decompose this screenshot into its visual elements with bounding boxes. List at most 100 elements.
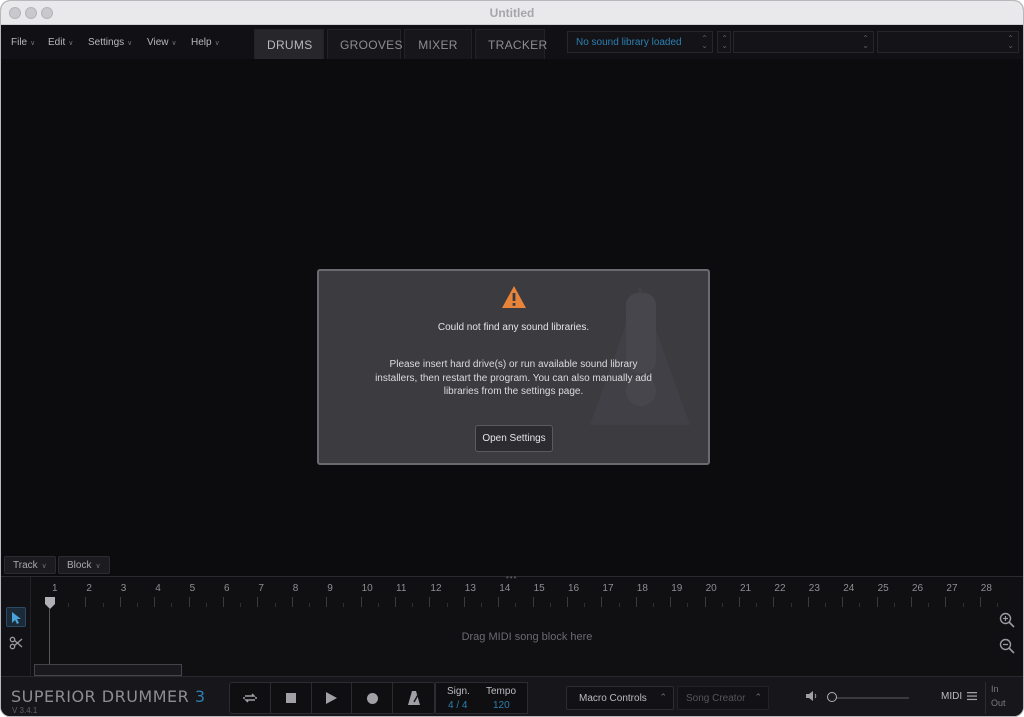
double-chevron-up-icon: ⌃: [659, 692, 667, 702]
ruler-bar-tick: [911, 597, 912, 607]
bar-ruler[interactable]: 1 2 3 4 5 6 7 8 9 10 11 12 13 14 15 16 17 18 19 20 21 22 23 24 2…: [31, 583, 998, 611]
ruler-bar-number: 14: [499, 583, 511, 594]
ruler-bar-number: 22: [774, 583, 786, 594]
ruler-bar-number: 1: [52, 583, 58, 594]
ruler-bar-number: 2: [86, 583, 92, 594]
record-button[interactable]: [352, 683, 394, 713]
tempo-value[interactable]: 120: [493, 700, 510, 711]
ruler-beat-tick: [412, 603, 414, 607]
ruler-beat-tick: [481, 603, 482, 607]
block-menu-button[interactable]: Block ∨: [58, 556, 110, 574]
ruler-beat-tick: [102, 603, 104, 607]
library-stepper[interactable]: ⌃ ⌄: [717, 31, 731, 53]
ruler-beat-tick: [68, 603, 70, 607]
zoom-out-icon[interactable]: [998, 637, 1016, 655]
updown-chevron-icon: ⌃ ⌄: [862, 34, 869, 50]
zoom-in-icon[interactable]: [998, 611, 1016, 629]
ruler-bar-tick: [979, 597, 981, 607]
pointer-tool-button[interactable]: [6, 607, 26, 627]
chevron-down-icon: ∨: [214, 40, 220, 47]
ruler-bar-tick: [945, 597, 947, 607]
volume-slider-track[interactable]: [832, 697, 909, 699]
play-button[interactable]: [312, 683, 353, 713]
menu-view-label: View: [147, 37, 169, 48]
ruler-bar-number: 10: [361, 583, 373, 594]
ruler-beat-tick: [584, 603, 586, 607]
ruler-bar-tick: [567, 597, 568, 607]
loop-icon: [243, 693, 257, 703]
ruler-beat-tick: [446, 603, 448, 607]
metronome-icon: [407, 691, 420, 705]
app-window: Untitled File ∨ Edit ∨ Settings ∨ View ∨ Hel…: [0, 0, 1024, 717]
updown-chevron-icon: ⌃ ⌄: [1007, 34, 1014, 50]
arrow-cursor-icon: [12, 612, 21, 624]
menu-view[interactable]: View ∨: [147, 37, 177, 48]
ruler-bar-tick: [498, 597, 500, 607]
song-creator-button[interactable]: Song Creator ⌃: [677, 686, 769, 710]
macro-controls-button[interactable]: Macro Controls ⌃: [566, 686, 674, 710]
midi-in-out-indicator: In Out: [985, 682, 1023, 714]
ruler-beat-tick: [549, 603, 551, 607]
kit-preset-dropdown[interactable]: ⌃ ⌄: [733, 31, 874, 53]
signature-tempo-panel: Sign. 4 / 4 Tempo 120: [435, 682, 528, 714]
ruler-bar-number: 13: [464, 583, 476, 594]
ruler-bar-number: 15: [533, 583, 545, 594]
title-bar: Untitled: [1, 1, 1023, 25]
metronome-button[interactable]: [393, 683, 434, 713]
menu-help-label: Help: [191, 37, 212, 48]
loop-button[interactable]: [230, 683, 271, 713]
tab-drums[interactable]: DRUMS: [254, 29, 324, 59]
chevron-down-icon: ∨: [41, 563, 47, 570]
transport-controls: [229, 682, 435, 714]
macro-controls-label: Macro Controls: [579, 693, 647, 704]
dialog-title: Could not find any sound libraries.: [437, 322, 590, 333]
menu-file[interactable]: File ∨: [11, 37, 35, 48]
ruler-bar-tick: [670, 597, 672, 607]
hamburger-menu-icon[interactable]: [967, 691, 977, 701]
menu-file-label: File: [11, 37, 28, 48]
double-chevron-up-icon: ⌃: [754, 692, 762, 702]
track-menu-button[interactable]: Track ∨: [4, 556, 56, 574]
ruler-bar-tick: [326, 597, 328, 607]
ruler-bar-tick: [773, 597, 775, 607]
menu-help[interactable]: Help ∨: [191, 37, 220, 48]
ruler-bar-number: 27: [946, 583, 958, 594]
ruler-bar-number: 20: [705, 583, 717, 594]
block-menu-label: Block: [67, 560, 92, 571]
ruler-beat-tick: [274, 603, 276, 607]
song-editor: ••• 1 2 3 4 5 6 7 8 9 10 11 12 13 14 15 16 17 18 19 20 21 22 2…: [1, 573, 1023, 677]
ruler-bar-tick: [119, 597, 121, 607]
menu-settings[interactable]: Settings ∨: [88, 37, 132, 48]
open-settings-button[interactable]: Open Settings: [475, 425, 553, 452]
volume-slider-knob[interactable]: [827, 692, 837, 702]
tab-tracker[interactable]: TRACKER: [475, 29, 547, 59]
speaker-icon: [806, 691, 817, 701]
chevron-down-icon: ∨: [30, 40, 36, 47]
instrument-preset-dropdown[interactable]: ⌃ ⌄: [877, 31, 1019, 53]
ruler-beat-tick: [343, 603, 345, 607]
menu-edit[interactable]: Edit ∨: [48, 37, 73, 48]
ruler-beat-tick: [859, 603, 861, 607]
ruler-beat-tick: [893, 603, 895, 607]
stop-icon: [285, 693, 296, 703]
ruler-beat-tick: [171, 603, 173, 607]
ruler-bar-number: 28: [980, 583, 992, 594]
ruler-beat-tick: [756, 603, 758, 607]
loop-range-bar[interactable]: [34, 664, 182, 676]
tempo-label: Tempo: [486, 686, 517, 697]
ruler-beat-tick: [377, 603, 379, 607]
ruler-beat-tick: [790, 603, 792, 607]
resize-grip-icon[interactable]: •••: [506, 573, 517, 582]
tab-grooves[interactable]: GROOVES: [327, 29, 402, 59]
playhead-marker-icon[interactable]: [44, 596, 56, 610]
drop-hint: Drag MIDI song block here: [461, 631, 593, 643]
ruler-beat-tick: [825, 603, 826, 607]
tab-mixer[interactable]: MIXER: [404, 29, 472, 59]
stop-button[interactable]: [271, 683, 312, 713]
signature-value[interactable]: 4 / 4: [448, 700, 467, 711]
brand-number: 3: [194, 687, 206, 706]
ruler-bar-tick: [601, 597, 603, 607]
sound-library-dropdown[interactable]: No sound library loaded ⌃ ⌄: [567, 31, 713, 53]
ruler-bar-number: 17: [602, 583, 614, 594]
ruler-beat-tick: [137, 603, 138, 607]
